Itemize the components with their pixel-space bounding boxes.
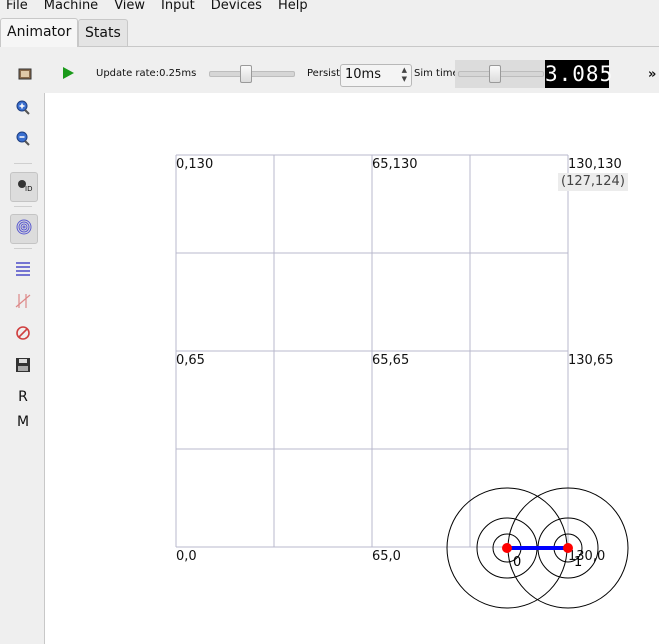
m-button[interactable]: M — [11, 410, 35, 434]
node-layer: 0 1 — [446, 487, 629, 609]
node-id-toggle[interactable]: ID — [10, 172, 38, 202]
persist-spinbox[interactable]: 10ms ▲ ▼ — [340, 64, 412, 87]
update-rate-label: Update rate:0.25ms — [96, 68, 197, 79]
spiral-icon — [15, 218, 33, 240]
sim-time-display: 3.085 — [545, 60, 614, 88]
update-rate-slider-knob[interactable] — [240, 65, 253, 83]
spin-up-icon[interactable]: ▲ — [402, 66, 407, 74]
node-1[interactable] — [563, 543, 573, 553]
node-1-id-label: 1 — [574, 555, 582, 570]
zoom-out-icon — [14, 130, 32, 152]
tab-bar: Animator Stats — [0, 17, 659, 47]
node-0[interactable] — [502, 543, 512, 553]
node-0-id-label: 0 — [513, 555, 521, 570]
animator-canvas[interactable]: 0,130 65,130 130,130 (127,124) 0,65 65,6… — [44, 93, 659, 644]
no-entry-icon — [15, 325, 31, 345]
svg-text:ID: ID — [25, 185, 32, 193]
menu-help[interactable]: Help — [278, 0, 308, 12]
sim-time-slider-knob[interactable] — [489, 65, 502, 83]
save-icon — [15, 357, 31, 377]
menu-machine[interactable]: Machine — [44, 0, 98, 12]
tab-animator[interactable]: Animator — [0, 18, 79, 47]
node-id-icon: ID — [15, 176, 33, 198]
r-button[interactable]: R — [11, 385, 35, 409]
sidebar-separator — [14, 163, 32, 164]
tab-stats[interactable]: Stats — [78, 19, 128, 46]
menu-file[interactable]: File — [6, 0, 28, 12]
persist-label: Persist — [307, 68, 341, 79]
lines-icon — [15, 260, 31, 282]
persist-value: 10ms — [345, 67, 381, 82]
menu-input[interactable]: Input — [161, 0, 195, 12]
menu-view[interactable]: View — [114, 0, 145, 12]
zoom-in-button[interactable] — [11, 98, 35, 122]
save-button[interactable] — [11, 355, 35, 379]
zoom-in-icon — [14, 99, 32, 121]
crossed-button[interactable] — [11, 291, 35, 315]
lines-button[interactable] — [11, 259, 35, 283]
spin-down-icon[interactable]: ▼ — [402, 75, 407, 83]
spiral-toggle[interactable] — [10, 214, 38, 244]
crossed-icon — [15, 292, 31, 314]
menu-devices[interactable]: Devices — [211, 0, 262, 12]
play-icon[interactable] — [61, 66, 75, 84]
sim-time-label: Sim time — [414, 68, 459, 79]
menu-bar: File Machine View Input Devices Help — [0, 0, 659, 16]
sidebar-separator — [14, 206, 32, 207]
window-icon[interactable] — [17, 66, 33, 86]
clear-button[interactable] — [11, 323, 35, 347]
sidebar-separator — [14, 248, 32, 249]
zoom-out-button[interactable] — [11, 129, 35, 153]
left-toolbar: ID R M — [0, 93, 44, 644]
toolbar-overflow-button[interactable]: » — [648, 67, 656, 82]
